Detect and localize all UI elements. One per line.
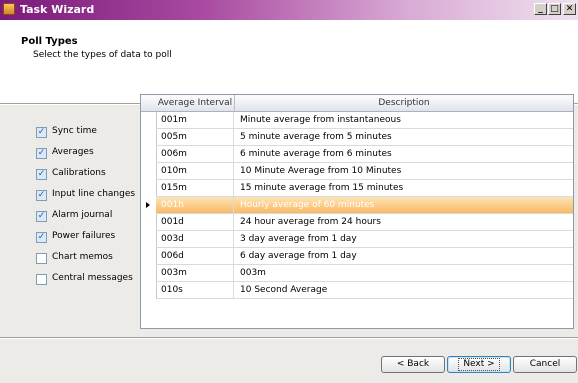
description-cell[interactable]: 10 Second Average (235, 282, 573, 299)
description-cell[interactable]: Minute average from instantaneous (235, 112, 573, 129)
row-header[interactable] (141, 231, 157, 248)
wizard-footer: < Back Next > Cancel (0, 339, 578, 383)
back-button[interactable]: < Back (381, 356, 445, 373)
row-header[interactable] (141, 180, 157, 197)
next-button-label: Next > (458, 358, 500, 371)
interval-cell[interactable]: 006m (156, 146, 234, 163)
interval-cell[interactable]: 005m (156, 129, 234, 146)
wizard-header: Poll Types Select the types of data to p… (0, 20, 578, 103)
option-label: Averages (52, 147, 94, 157)
back-button-label: < Back (396, 359, 430, 369)
option-label: Sync time (52, 126, 97, 136)
description-cell[interactable]: 3 day average from 1 day (235, 231, 573, 248)
checkbox[interactable]: ✓ (36, 148, 47, 159)
interval-cell[interactable]: 006d (156, 248, 234, 265)
table-row[interactable]: 015m 15 minute average from 15 minutes (156, 180, 573, 197)
checkbox[interactable]: ✓ (36, 211, 47, 222)
table-row[interactable]: 001d 24 hour average from 24 hours (156, 214, 573, 231)
interval-cell[interactable]: 010s (156, 282, 234, 299)
option-label: Power failures (52, 231, 116, 241)
cancel-button-label: Cancel (529, 359, 561, 369)
window-title: Task Wizard (20, 3, 95, 16)
table-row[interactable]: 005m 5 minute average from 5 minutes (156, 129, 573, 146)
page-subtitle: Select the types of data to poll (33, 50, 172, 60)
checkbox[interactable]: ✓ (36, 169, 47, 180)
row-header[interactable] (141, 282, 157, 299)
table-row[interactable]: 010m 10 Minute Average from 10 Minutes (156, 163, 573, 180)
checkbox[interactable]: ✓ (36, 190, 47, 201)
option-label: Input line changes (52, 189, 136, 199)
checkbox[interactable] (36, 253, 47, 264)
maximize-button[interactable]: □ (548, 3, 561, 15)
option-label: Alarm journal (52, 210, 113, 220)
table-row[interactable]: 010s 10 Second Average (156, 282, 573, 299)
interval-cell[interactable]: 003m (156, 265, 234, 282)
column-header-interval[interactable]: Average Interval (156, 95, 235, 111)
close-button[interactable]: ✕ (563, 3, 576, 15)
table-row[interactable]: 003d 3 day average from 1 day (156, 231, 573, 248)
table-row[interactable]: 006d 6 day average from 1 day (156, 248, 573, 265)
option-label: Calibrations (52, 168, 106, 178)
row-header[interactable] (141, 129, 157, 146)
description-cell[interactable]: 003m (235, 265, 573, 282)
description-cell[interactable]: 15 minute average from 15 minutes (235, 180, 573, 197)
table-row[interactable]: 006m 6 minute average from 6 minutes (156, 146, 573, 163)
page-title: Poll Types (21, 36, 78, 47)
interval-cell[interactable]: 001d (156, 214, 234, 231)
interval-cell[interactable]: 015m (156, 180, 234, 197)
row-header[interactable] (141, 112, 157, 129)
row-header[interactable] (141, 248, 157, 265)
option-label: Central messages (52, 273, 133, 283)
row-header[interactable] (141, 146, 157, 163)
row-header[interactable] (141, 163, 157, 180)
column-header-description[interactable]: Description (235, 95, 573, 111)
description-cell[interactable]: Hourly average of 60 minutes (235, 197, 573, 214)
current-row-arrow-icon (146, 202, 150, 208)
checkbox[interactable]: ✓ (36, 127, 47, 138)
title-bar[interactable]: Task Wizard _ □ ✕ (0, 0, 578, 20)
description-cell[interactable]: 6 minute average from 6 minutes (235, 146, 573, 163)
option-label: Chart memos (52, 252, 113, 262)
description-cell[interactable]: 24 hour average from 24 hours (235, 214, 573, 231)
row-header[interactable] (141, 265, 157, 282)
interval-cell[interactable]: 001h (156, 197, 234, 214)
app-icon (3, 3, 15, 15)
table-row[interactable]: 001h Hourly average of 60 minutes (156, 197, 573, 214)
average-interval-grid[interactable]: Average Interval Description 001m Minute … (140, 94, 574, 329)
interval-cell[interactable]: 003d (156, 231, 234, 248)
checkbox[interactable] (36, 274, 47, 285)
interval-cell[interactable]: 010m (156, 163, 234, 180)
minimize-button[interactable]: _ (534, 3, 547, 15)
table-row[interactable]: 001m Minute average from instantaneous (156, 112, 573, 129)
description-cell[interactable]: 6 day average from 1 day (235, 248, 573, 265)
description-cell[interactable]: 10 Minute Average from 10 Minutes (235, 163, 573, 180)
row-header[interactable] (141, 197, 157, 214)
cancel-button[interactable]: Cancel (513, 356, 577, 373)
interval-cell[interactable]: 001m (156, 112, 234, 129)
grid-header: Average Interval Description (141, 95, 573, 112)
row-header[interactable] (141, 214, 157, 231)
checkbox[interactable]: ✓ (36, 232, 47, 243)
description-cell[interactable]: 5 minute average from 5 minutes (235, 129, 573, 146)
next-button[interactable]: Next > (447, 356, 511, 373)
table-row[interactable]: 003m 003m (156, 265, 573, 282)
